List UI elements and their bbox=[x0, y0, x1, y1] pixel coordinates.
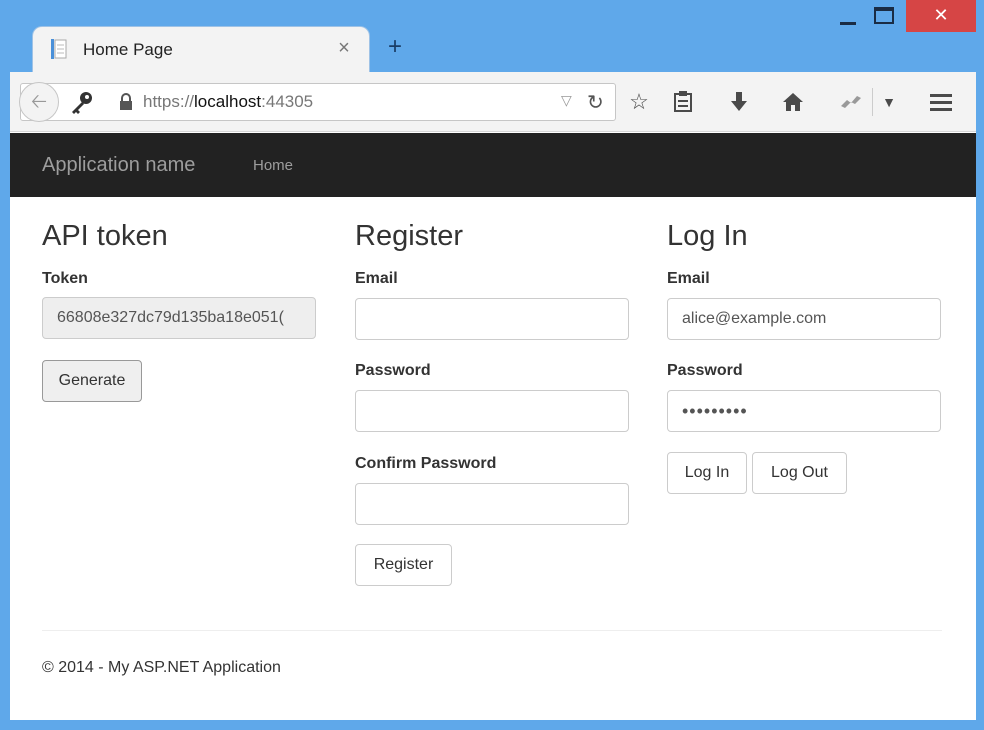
login-heading: Log In bbox=[667, 220, 748, 252]
maximize-icon[interactable] bbox=[872, 4, 896, 28]
url-port: :44305 bbox=[261, 92, 314, 111]
logout-button[interactable]: Log Out bbox=[752, 452, 847, 494]
page-icon bbox=[51, 39, 67, 59]
menu-icon[interactable] bbox=[926, 87, 956, 117]
toolbar-divider bbox=[872, 88, 873, 116]
generate-button[interactable]: Generate bbox=[42, 360, 142, 402]
minimize-icon[interactable] bbox=[836, 4, 860, 28]
download-icon[interactable] bbox=[724, 87, 754, 117]
close-tab-icon[interactable]: × bbox=[333, 37, 355, 59]
login-email-field[interactable]: alice@example.com bbox=[667, 298, 941, 340]
token-field[interactable]: 66808e327dc79d135ba18e051( bbox=[42, 297, 316, 339]
login-button[interactable]: Log In bbox=[667, 452, 747, 494]
footer-divider bbox=[42, 630, 942, 631]
login-password-field[interactable]: ••••••••• bbox=[667, 390, 941, 432]
url-dropdown-icon[interactable]: ▽ bbox=[561, 92, 572, 109]
login-password-label: Password bbox=[667, 362, 743, 379]
browser-window: Home Page × + ✕ 🡠 https://localhost:4430… bbox=[10, 0, 976, 720]
confirm-password-label: Confirm Password bbox=[355, 455, 497, 472]
new-tab-icon[interactable]: + bbox=[382, 34, 408, 60]
app-navbar: Application name Home bbox=[10, 133, 976, 197]
window-close-button[interactable]: ✕ bbox=[906, 0, 976, 32]
tab-title: Home Page bbox=[83, 40, 173, 59]
title-bar: Home Page × + ✕ bbox=[10, 0, 976, 72]
lock-icon bbox=[119, 93, 133, 111]
api-token-heading: API token bbox=[42, 220, 168, 252]
bookmark-star-icon[interactable]: ☆ bbox=[624, 87, 654, 117]
register-password-field[interactable] bbox=[355, 390, 629, 432]
api-token-section: API token Token 66808e327dc79d135ba18e05… bbox=[42, 220, 318, 402]
tab-home-page[interactable]: Home Page × bbox=[32, 26, 370, 72]
browser-toolbar: 🡠 https://localhost:44305 ▽ ↻ ☆ ▼ bbox=[10, 72, 976, 132]
register-email-field[interactable] bbox=[355, 298, 629, 340]
footer-text: © 2014 - My ASP.NET Application bbox=[42, 659, 281, 676]
register-password-label: Password bbox=[355, 362, 431, 379]
register-section: Register Email Password Confirm Password… bbox=[355, 220, 631, 586]
nav-link-home[interactable]: Home bbox=[253, 157, 293, 174]
url-text[interactable]: https://localhost:44305 bbox=[143, 92, 313, 112]
chevron-down-icon[interactable]: ▼ bbox=[874, 87, 904, 117]
extension-icon[interactable] bbox=[836, 87, 866, 117]
login-email-label: Email bbox=[667, 270, 710, 287]
reading-list-icon[interactable] bbox=[668, 87, 698, 117]
login-section: Log In Email alice@example.com Password … bbox=[667, 220, 943, 494]
register-email-label: Email bbox=[355, 270, 398, 287]
url-bar[interactable]: 🡠 https://localhost:44305 ▽ ↻ bbox=[19, 82, 616, 122]
reload-icon[interactable]: ↻ bbox=[587, 90, 604, 115]
url-scheme: https:// bbox=[143, 92, 195, 111]
back-arrow-icon[interactable]: 🡠 bbox=[19, 82, 59, 122]
register-heading: Register bbox=[355, 220, 463, 252]
token-label: Token bbox=[42, 270, 88, 287]
url-host: localhost bbox=[194, 92, 262, 111]
confirm-password-field[interactable] bbox=[355, 483, 629, 525]
register-button[interactable]: Register bbox=[355, 544, 452, 586]
navbar-brand[interactable]: Application name bbox=[42, 154, 195, 177]
key-icon[interactable] bbox=[69, 90, 95, 116]
home-icon[interactable] bbox=[778, 87, 808, 117]
